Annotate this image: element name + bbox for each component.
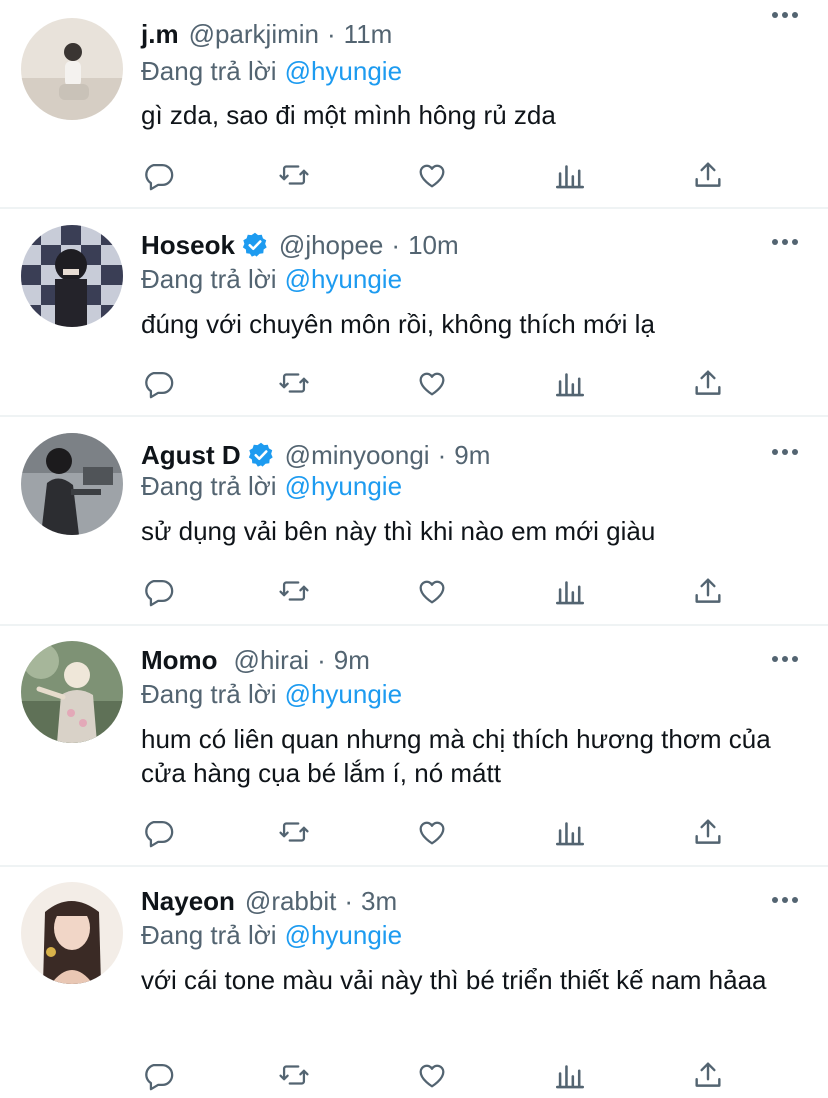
user-handle[interactable]: @minyoongi (285, 440, 430, 471)
tweet-text: gì zda, sao đi một mình hông rủ zda (141, 100, 556, 130)
retweet-icon[interactable] (277, 158, 311, 192)
replying-to: Đang trả lời @hyungie (141, 264, 402, 295)
user-handle[interactable]: @rabbit (245, 886, 336, 917)
mention-link[interactable]: @hyungie (285, 920, 402, 950)
action-bar (141, 158, 741, 192)
separator: · (344, 885, 354, 916)
verified-badge-icon (241, 231, 269, 259)
avatar[interactable] (21, 18, 123, 120)
tweet-text: đúng với chuyên môn rồi, không thích mới… (141, 309, 655, 339)
reply-icon[interactable] (141, 574, 175, 608)
divider (0, 865, 828, 867)
views-icon[interactable] (553, 366, 587, 400)
timestamp[interactable]: 3m (361, 886, 397, 917)
views-icon[interactable] (553, 158, 587, 192)
user-handle[interactable]: @parkjimin (189, 19, 319, 50)
views-icon[interactable] (553, 815, 587, 849)
divider (0, 624, 828, 626)
action-bar (141, 574, 741, 608)
timestamp[interactable]: 9m (454, 440, 490, 471)
more-options-icon[interactable] (772, 445, 798, 459)
reply-prefix: Đang trả lời (141, 679, 277, 709)
reply-prefix: Đang trả lời (141, 264, 277, 294)
reply-prefix: Đang trả lời (141, 471, 277, 501)
reply-icon[interactable] (141, 815, 175, 849)
more-options-icon[interactable] (772, 8, 798, 22)
replying-to: Đang trả lời @hyungie (141, 920, 402, 951)
avatar[interactable] (21, 433, 123, 535)
display-name[interactable]: j.m (141, 19, 179, 50)
tweet-text: hum có liên quan nhưng mà chị thích hươn… (141, 724, 771, 788)
like-icon[interactable] (415, 1058, 449, 1092)
divider (0, 207, 828, 209)
share-icon[interactable] (691, 366, 725, 400)
display-name[interactable]: Nayeon (141, 886, 235, 917)
like-icon[interactable] (415, 158, 449, 192)
avatar[interactable] (21, 225, 123, 327)
display-name[interactable]: Momo (141, 645, 218, 676)
retweet-icon[interactable] (277, 815, 311, 849)
retweet-icon[interactable] (277, 574, 311, 608)
share-icon[interactable] (691, 815, 725, 849)
replying-to: Đang trả lời @hyungie (141, 56, 402, 87)
mention-link[interactable]: @hyungie (285, 56, 402, 86)
retweet-icon[interactable] (277, 1058, 311, 1092)
timestamp[interactable]: 9m (334, 645, 370, 676)
display-name[interactable]: Hoseok (141, 230, 235, 261)
share-icon[interactable] (691, 158, 725, 192)
views-icon[interactable] (553, 574, 587, 608)
tweet-text: sử dụng vải bên này thì khi nào em mới g… (141, 516, 656, 546)
tweet-text: với cái tone màu vải này thì bé triển th… (141, 965, 767, 995)
separator: · (437, 439, 447, 470)
mention-link[interactable]: @hyungie (285, 264, 402, 294)
retweet-icon[interactable] (277, 366, 311, 400)
reply-icon[interactable] (141, 1058, 175, 1092)
avatar[interactable] (21, 641, 123, 743)
avatar[interactable] (21, 882, 123, 984)
mention-link[interactable]: @hyungie (285, 471, 402, 501)
reply-icon[interactable] (141, 366, 175, 400)
reply-prefix: Đang trả lời (141, 56, 277, 86)
action-bar (141, 366, 741, 400)
replying-to: Đang trả lời @hyungie (141, 679, 402, 710)
share-icon[interactable] (691, 1058, 725, 1092)
separator: · (317, 644, 326, 675)
reply-icon[interactable] (141, 158, 175, 192)
views-icon[interactable] (553, 1058, 587, 1092)
separator: · (391, 229, 401, 260)
like-icon[interactable] (415, 815, 449, 849)
user-handle[interactable]: @jhopee (279, 230, 383, 261)
verified-badge-icon (247, 441, 275, 469)
divider (0, 415, 828, 417)
more-options-icon[interactable] (772, 652, 798, 666)
action-bar (141, 815, 741, 849)
more-options-icon[interactable] (772, 235, 798, 249)
replying-to: Đang trả lời @hyungie (141, 471, 402, 502)
reply-prefix: Đang trả lời (141, 920, 277, 950)
like-icon[interactable] (415, 366, 449, 400)
like-icon[interactable] (415, 574, 449, 608)
mention-link[interactable]: @hyungie (285, 679, 402, 709)
separator: · (327, 18, 336, 49)
more-options-icon[interactable] (772, 893, 798, 907)
user-handle[interactable]: @hirai (234, 645, 310, 676)
timestamp[interactable]: 10m (408, 230, 459, 261)
action-bar (141, 1058, 741, 1092)
display-name[interactable]: Agust D (141, 440, 241, 471)
share-icon[interactable] (691, 574, 725, 608)
timestamp[interactable]: 11m (344, 19, 393, 50)
